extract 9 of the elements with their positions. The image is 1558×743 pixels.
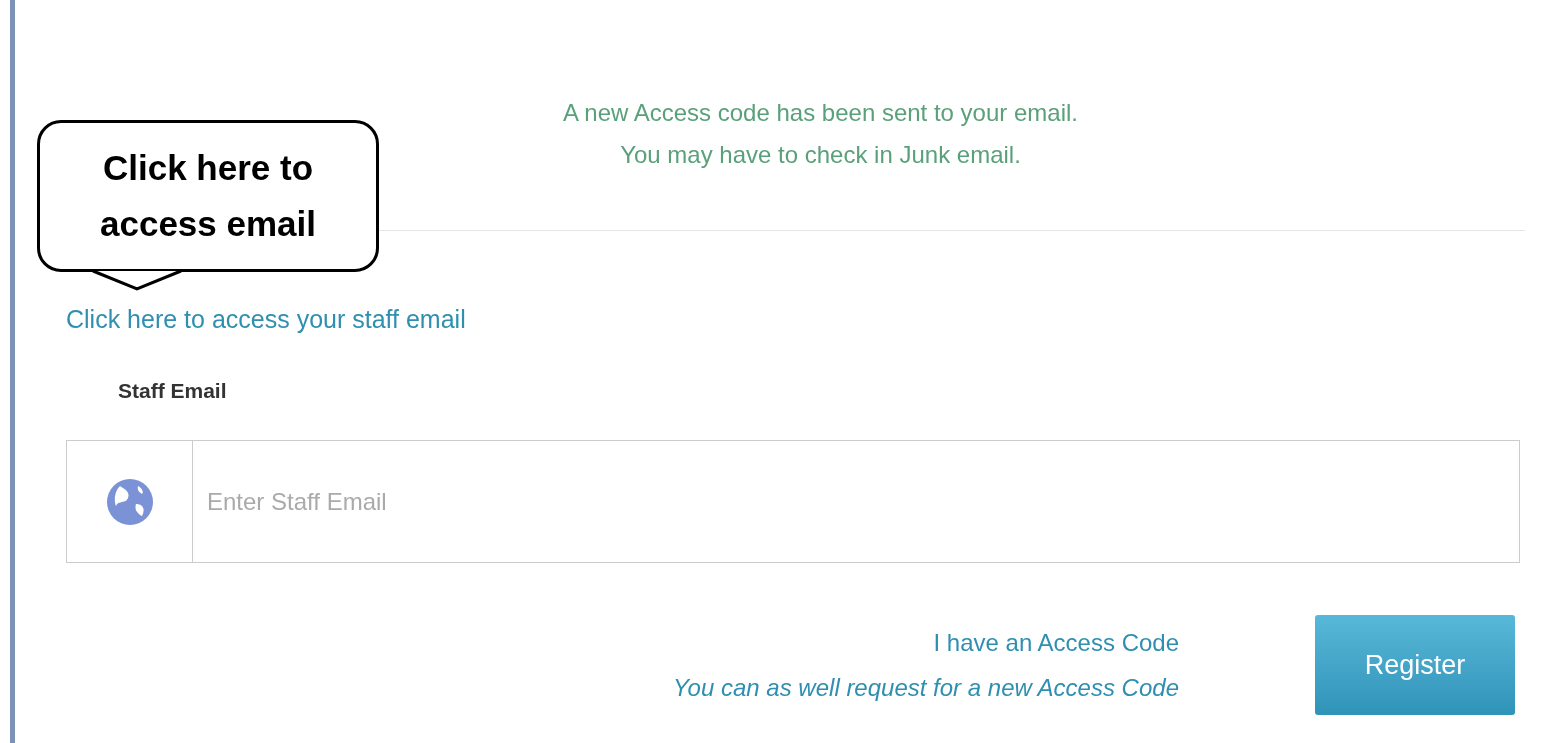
notice-text: You may have to check in Junk email. <box>620 140 1021 170</box>
access-code-link[interactable]: I have an Access Code <box>933 620 1179 665</box>
staff-email-link[interactable]: Click here to access your staff email <box>66 305 466 333</box>
notice-text: A new Access code has been sent to your email. <box>563 98 1078 128</box>
register-button[interactable]: Register <box>1315 615 1515 715</box>
globe-icon <box>105 477 154 526</box>
request-code-link[interactable]: You can as well request for a new Access Code <box>672 665 1179 710</box>
callout-text: Click here to access email <box>99 147 317 245</box>
field-label: Staff Email <box>118 378 227 402</box>
